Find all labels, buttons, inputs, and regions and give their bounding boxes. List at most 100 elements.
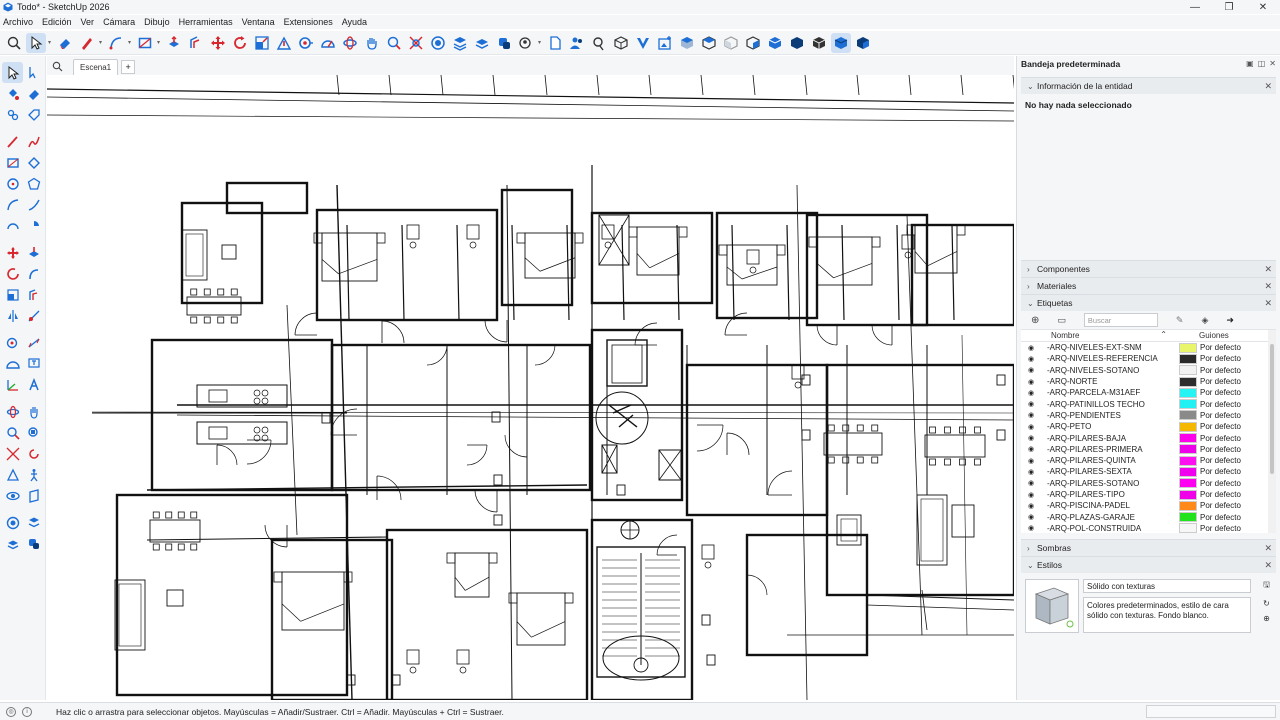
eye-icon[interactable]: ◉: [1021, 491, 1041, 499]
search-icon[interactable]: [47, 57, 67, 75]
tag-row[interactable]: ◉ -ARQ-PETO Por defecto: [1021, 421, 1276, 432]
tag-row[interactable]: ◉ -ARQ-PATINILLOS TECHO Por defecto: [1021, 398, 1276, 410]
zoom-extents-icon[interactable]: [406, 33, 426, 53]
floor-plan-drawing[interactable]: [47, 75, 1014, 700]
tag-color-swatch[interactable]: [1179, 410, 1197, 421]
trimble-icon[interactable]: [633, 33, 653, 53]
previous-view-icon[interactable]: [23, 443, 44, 464]
tag-dash[interactable]: Por defecto: [1200, 513, 1241, 522]
tag-color-swatch[interactable]: [1179, 421, 1197, 432]
section-plane-icon[interactable]: [23, 485, 44, 506]
tag-dash[interactable]: Por defecto: [1200, 479, 1241, 488]
eye-icon[interactable]: ◉: [1021, 457, 1041, 465]
menu-archivo[interactable]: Archivo: [3, 17, 33, 27]
tray-menu-icon[interactable]: ◫: [1258, 59, 1266, 68]
3d-text-icon[interactable]: [23, 374, 44, 395]
rotate-icon[interactable]: [2, 263, 23, 284]
tag-row[interactable]: ◉ -ARQ-PLAZAS-GARAJE Por defecto: [1021, 511, 1276, 523]
color-by-tag-icon[interactable]: ◈: [1201, 315, 1208, 326]
chevron-down-icon[interactable]: ▾: [48, 35, 52, 51]
eye-icon[interactable]: ◉: [1021, 423, 1041, 431]
scale-icon[interactable]: [2, 284, 23, 305]
three-point-arc-icon[interactable]: [2, 215, 23, 236]
column-name[interactable]: Nombre ⌃: [1021, 330, 1173, 340]
chevron-down-icon[interactable]: ▾: [538, 35, 542, 51]
tag-dash[interactable]: Por defecto: [1200, 343, 1241, 352]
tag-color-swatch[interactable]: [1179, 342, 1197, 353]
minimize-button[interactable]: —: [1178, 0, 1212, 14]
tag-row[interactable]: ◉ -ARQ-NIVELES-SOTANO Por defecto: [1021, 365, 1276, 376]
tag-row[interactable]: ◉ -ARQ-POL-CONSTRUIDA Por defecto: [1021, 523, 1276, 533]
protractor-icon[interactable]: [2, 353, 23, 374]
style-thumbnail[interactable]: [1025, 579, 1079, 633]
position-camera-icon[interactable]: [2, 464, 23, 485]
tag-row[interactable]: ◉ -ARQ-NIVELES-EXT-SNM Por defecto: [1021, 342, 1276, 353]
section-icon[interactable]: [589, 33, 609, 53]
protractor-icon[interactable]: [318, 33, 338, 53]
polygon-icon[interactable]: [23, 173, 44, 194]
tag-color-swatch[interactable]: [1179, 523, 1197, 533]
two-point-arc-icon[interactable]: [23, 194, 44, 215]
left-view-icon[interactable]: [787, 33, 807, 53]
tag-color-swatch[interactable]: [1179, 500, 1197, 511]
tag-row[interactable]: ◉ -ARQ-PILARES-BAJA Por defecto: [1021, 432, 1276, 444]
eye-icon[interactable]: ◉: [1021, 479, 1041, 487]
styles-icon[interactable]: [472, 33, 492, 53]
lasso-icon[interactable]: [23, 62, 44, 83]
panel-tags[interactable]: ⌄ Etiquetas ✕: [1021, 294, 1276, 311]
menu-herramientas[interactable]: Herramientas: [179, 17, 233, 27]
file-icon[interactable]: [545, 33, 565, 53]
update-style-icon[interactable]: ↻: [1263, 599, 1270, 608]
tag-search-input[interactable]: Buscar: [1083, 313, 1158, 327]
eye-icon[interactable]: ◉: [1021, 434, 1041, 442]
panel-shadows[interactable]: › Sombras ✕: [1021, 539, 1276, 556]
tag-dash[interactable]: Por defecto: [1200, 524, 1241, 533]
tag-dash[interactable]: Por defecto: [1200, 467, 1241, 476]
flip-icon[interactable]: [2, 305, 23, 326]
paint-bucket-icon[interactable]: [2, 83, 23, 104]
column-dashes[interactable]: Guiones: [1173, 331, 1229, 340]
scale-icon[interactable]: [252, 33, 272, 53]
eye-icon[interactable]: ◉: [1021, 513, 1041, 521]
tape-icon[interactable]: [2, 332, 23, 353]
pan-icon[interactable]: [23, 401, 44, 422]
tag-color-swatch[interactable]: [1179, 387, 1197, 398]
axes-icon[interactable]: [2, 374, 23, 395]
tag-dash[interactable]: Por defecto: [1200, 400, 1241, 409]
tab-escena1[interactable]: Escena1: [73, 59, 119, 75]
iso-view-icon[interactable]: [677, 33, 697, 53]
extension-icon[interactable]: [516, 33, 536, 53]
tag-row[interactable]: ◉ -ARQ-PENDIENTES Por defecto: [1021, 410, 1276, 421]
tag-row[interactable]: ◉ -ARQ-PILARES-SOTANO Por defecto: [1021, 478, 1276, 489]
tag-dash[interactable]: Por defecto: [1200, 411, 1241, 420]
chevron-down-icon[interactable]: ▾: [99, 35, 103, 51]
followme-icon[interactable]: [23, 263, 44, 284]
geo-location-icon[interactable]: ◎: [6, 706, 16, 717]
panel-styles[interactable]: ⌄ Estilos ✕: [1021, 556, 1276, 573]
panel-materials[interactable]: › Materiales ✕: [1021, 277, 1276, 294]
tag-color-swatch[interactable]: [1179, 444, 1197, 455]
pencil-icon[interactable]: [77, 33, 97, 53]
add-scene-button[interactable]: +: [121, 60, 136, 74]
arc-icon[interactable]: [106, 33, 126, 53]
tag-color-swatch[interactable]: [1179, 455, 1197, 466]
measurements-box[interactable]: [1146, 705, 1276, 718]
eye-icon[interactable]: ◉: [1021, 344, 1041, 352]
arc-icon[interactable]: [2, 194, 23, 215]
rotated-rectangle-icon[interactable]: [23, 152, 44, 173]
select-icon[interactable]: [2, 62, 23, 83]
orbit-icon[interactable]: [340, 33, 360, 53]
warehouse-icon[interactable]: [23, 533, 44, 554]
tags-scrollbar-thumb[interactable]: [1270, 344, 1274, 474]
style-description-field[interactable]: Colores predeterminados, estilo de cara …: [1083, 597, 1251, 633]
walk-icon[interactable]: [23, 464, 44, 485]
tags-scrollbar[interactable]: [1268, 330, 1276, 533]
add-folder-icon[interactable]: ▭: [1057, 315, 1066, 326]
zoom-icon[interactable]: [384, 33, 404, 53]
pushpull-icon[interactable]: [164, 33, 184, 53]
users-icon[interactable]: [567, 33, 587, 53]
tag-dash[interactable]: Por defecto: [1200, 456, 1241, 465]
chevron-down-icon[interactable]: ▾: [157, 35, 161, 51]
text-icon[interactable]: [23, 353, 44, 374]
zoom-extents-icon[interactable]: [2, 443, 23, 464]
